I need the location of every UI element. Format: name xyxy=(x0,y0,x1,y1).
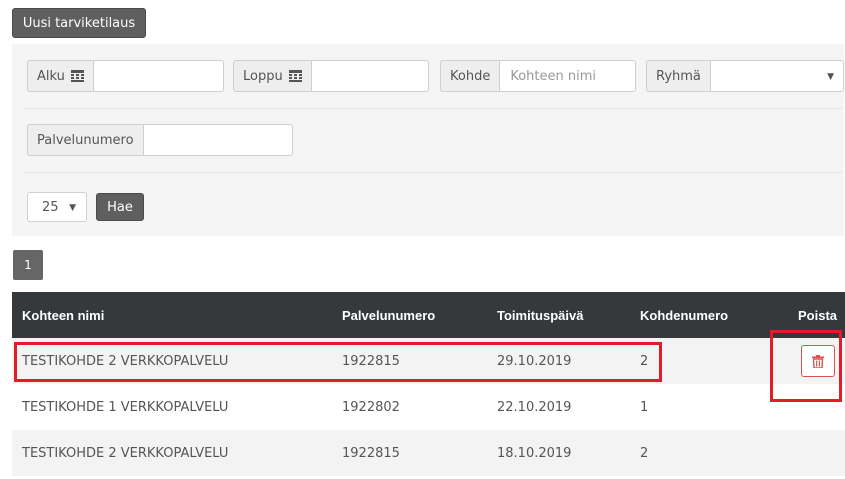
start-date-input[interactable] xyxy=(92,60,224,92)
trash-icon xyxy=(811,354,824,368)
delete-button[interactable] xyxy=(800,345,835,377)
cell-delivery-date: 18.10.2019 xyxy=(497,430,640,476)
cell-delete xyxy=(790,384,845,430)
column-header-target-name[interactable]: Kohteen nimi xyxy=(12,292,342,338)
cell-service-number: 1922815 xyxy=(342,338,497,384)
calendar-icon[interactable] xyxy=(288,70,302,82)
start-date-group: Alku xyxy=(27,60,224,92)
cell-target-number: 2 xyxy=(640,338,790,384)
service-number-group: Palvelunumero xyxy=(27,124,293,156)
page-size-value: 25 xyxy=(42,199,59,215)
cell-service-number: 1922802 xyxy=(342,384,497,430)
column-header-delete: Poista xyxy=(790,292,845,338)
column-header-target-number[interactable]: Kohdenumero xyxy=(640,292,790,338)
results-table: Kohteen nimi Palvelunumero Toimituspäivä… xyxy=(12,292,845,476)
start-date-addon: Alku xyxy=(27,60,93,92)
end-date-input[interactable] xyxy=(310,60,429,92)
table-header-row: Kohteen nimi Palvelunumero Toimituspäivä… xyxy=(12,292,845,338)
service-number-addon: Palvelunumero xyxy=(27,124,143,156)
cell-delivery-date: 29.10.2019 xyxy=(497,338,640,384)
divider xyxy=(24,108,842,109)
target-addon: Kohde xyxy=(440,60,500,92)
cell-target-name: TESTIKOHDE 2 VERKKOPALVELU xyxy=(12,338,342,384)
target-group: Kohde Kohteen nimi xyxy=(440,60,636,92)
caret-down-icon: ▼ xyxy=(827,72,834,82)
group-addon: Ryhmä xyxy=(646,60,710,92)
service-number-input[interactable] xyxy=(142,124,293,156)
group-select[interactable]: ▼ xyxy=(709,60,844,92)
start-date-label: Alku xyxy=(37,68,65,84)
table-row[interactable]: TESTIKOHDE 2 VERKKOPALVELU 1922815 29.10… xyxy=(12,338,845,384)
cell-target-number: 2 xyxy=(640,430,790,476)
new-order-button[interactable]: Uusi tarviketilaus xyxy=(12,8,146,38)
table-row[interactable]: TESTIKOHDE 1 VERKKOPALVELU 1922802 22.10… xyxy=(12,384,845,430)
caret-down-icon: ▼ xyxy=(69,203,76,213)
search-button[interactable]: Hae xyxy=(96,193,144,221)
cell-target-name: TESTIKOHDE 2 VERKKOPALVELU xyxy=(12,430,342,476)
cell-delete xyxy=(790,430,845,476)
end-date-group: Loppu xyxy=(233,60,429,92)
group-select-group: Ryhmä ▼ xyxy=(646,60,844,92)
cell-target-number: 1 xyxy=(640,384,790,430)
target-name-input[interactable]: Kohteen nimi xyxy=(499,60,636,92)
cell-target-name: TESTIKOHDE 1 VERKKOPALVELU xyxy=(12,384,342,430)
cell-service-number: 1922815 xyxy=(342,430,497,476)
divider xyxy=(24,172,842,173)
cell-delete xyxy=(790,338,845,384)
pagination-page-1[interactable]: 1 xyxy=(13,250,43,280)
end-date-addon: Loppu xyxy=(233,60,311,92)
calendar-icon[interactable] xyxy=(70,70,84,82)
end-date-label: Loppu xyxy=(243,68,283,84)
cell-delivery-date: 22.10.2019 xyxy=(497,384,640,430)
column-header-service-number[interactable]: Palvelunumero xyxy=(342,292,497,338)
column-header-delivery-date[interactable]: Toimituspäivä xyxy=(497,292,640,338)
page-size-select[interactable]: 25 ▼ xyxy=(27,192,87,222)
table-row[interactable]: TESTIKOHDE 2 VERKKOPALVELU 1922815 18.10… xyxy=(12,430,845,476)
